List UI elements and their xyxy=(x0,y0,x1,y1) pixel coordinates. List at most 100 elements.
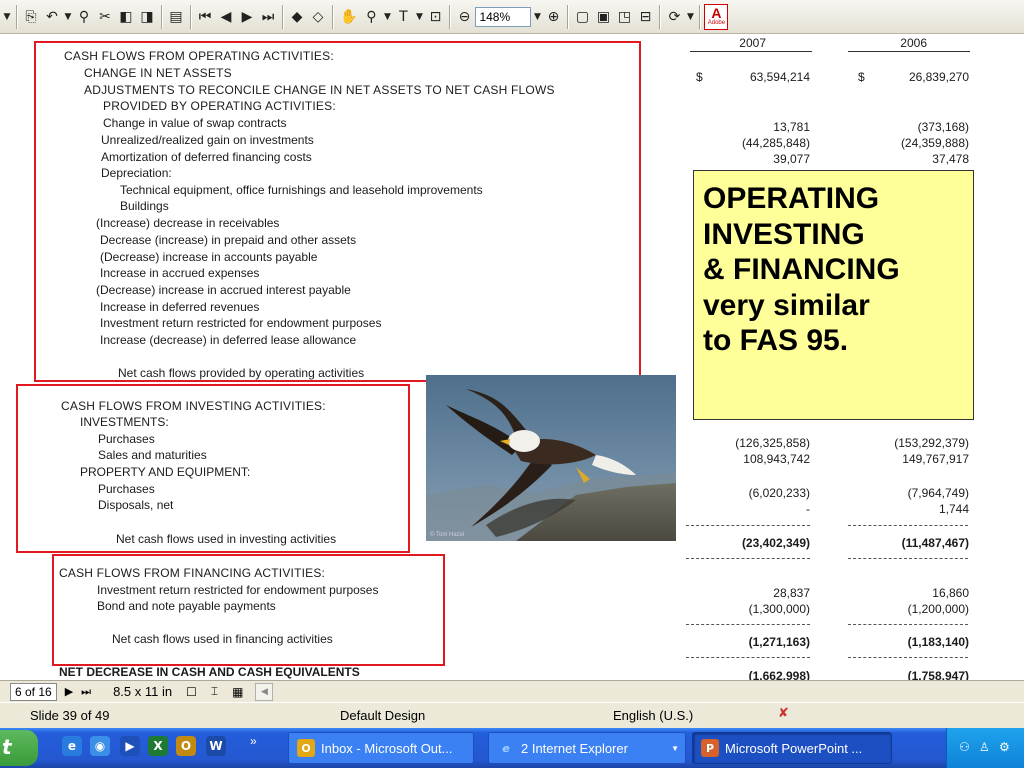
toolbar-separator xyxy=(190,4,191,29)
rotate-dropdown-icon[interactable]: ▼ xyxy=(685,4,695,30)
total-rule xyxy=(848,657,968,658)
zoom-level-dropdown-icon[interactable]: ▼ xyxy=(532,4,542,30)
value-cell: 39,077 xyxy=(773,152,810,166)
value-cell: 16,860 xyxy=(932,586,969,600)
value-cell-total: (1,271,163) xyxy=(748,635,810,649)
extract-page-icon[interactable]: ◨ xyxy=(137,4,157,30)
taskbar-button-outlook[interactable]: O Inbox - Microsoft Out... xyxy=(288,732,474,764)
undo-icon[interactable]: ↶ xyxy=(42,4,62,30)
hand-tool-icon[interactable]: ✋ xyxy=(337,4,360,30)
value-cell: (6,020,233) xyxy=(748,486,810,500)
toolbar-separator xyxy=(282,4,283,29)
zoom-level-input[interactable]: 148% xyxy=(475,6,532,27)
forward-view-icon[interactable]: ◇ xyxy=(308,4,328,30)
callout-line: very similar xyxy=(703,288,870,322)
continuous-icon[interactable]: ⌶ xyxy=(211,684,218,699)
operating-highlight-box xyxy=(34,41,641,382)
copy-icon[interactable]: ⎘ xyxy=(21,4,41,30)
taskbar-button-internet-explorer[interactable]: e 2 Internet Explorer ▼ xyxy=(488,732,686,764)
last-page-button-icon[interactable]: ⏭ xyxy=(81,685,91,699)
value-cell: 108,943,742 xyxy=(743,452,810,466)
prev-page-icon[interactable]: ◀ xyxy=(216,4,236,30)
user-tray-icon[interactable]: ♙ xyxy=(979,740,995,756)
value-cell-total: (1,758,947) xyxy=(907,669,969,680)
callout-line: OPERATING xyxy=(703,182,880,215)
value-cell: 28,837 xyxy=(773,586,810,600)
facing-pages-icon[interactable]: ▦ xyxy=(232,685,243,699)
reflow-icon[interactable]: ⊟ xyxy=(635,4,655,30)
next-page-icon[interactable]: ▶ xyxy=(237,4,257,30)
total-rule xyxy=(686,657,810,658)
page-number-field[interactable]: 6 of 16 xyxy=(10,682,57,701)
value-cell: (44,285,848) xyxy=(741,136,810,150)
actual-size-icon[interactable]: ▢ xyxy=(572,4,592,30)
taskbar-button-label: 2 Internet Explorer xyxy=(521,740,628,756)
snapshot-icon[interactable]: ⊡ xyxy=(425,4,445,30)
system-tray: ⚇ ♙ ⚙ xyxy=(946,728,1024,768)
value-cell: 149,767,917 xyxy=(902,452,969,466)
zoom-out-icon[interactable]: ⊖ xyxy=(454,4,474,30)
toolbar-separator xyxy=(161,4,162,29)
text-select-icon[interactable]: T xyxy=(393,4,413,30)
header-rule xyxy=(690,51,812,52)
dollar-sign: $ xyxy=(696,70,703,84)
attach-icon[interactable]: ✂ xyxy=(95,4,115,30)
quicklaunch-more-icon[interactable]: » xyxy=(250,734,257,748)
adobe-label: Adobe xyxy=(707,20,726,26)
media-quicklaunch-icon[interactable]: ▶ xyxy=(120,736,140,756)
text-select-dropdown-icon[interactable]: ▼ xyxy=(414,4,424,30)
value-cell: - xyxy=(806,502,810,516)
taskbar-button-powerpoint[interactable]: P Microsoft PowerPoint ... xyxy=(692,732,892,764)
value-cell: (153,292,379) xyxy=(894,436,969,450)
insert-page-icon[interactable]: ◧ xyxy=(116,4,136,30)
pages-panel-icon[interactable]: ▤ xyxy=(166,4,186,30)
subtotal-rule xyxy=(848,624,968,625)
group-dropdown-icon[interactable]: ▼ xyxy=(671,744,679,753)
investing-highlight-box xyxy=(16,384,410,553)
last-page-icon[interactable]: ⏭ xyxy=(258,4,278,30)
ie-quicklaunch-icon[interactable]: e xyxy=(62,736,82,756)
acrobat-toolbar: ▼ ⎘ ↶ ▼ ⚲ ✂ ◧ ◨ ▤ ⏮ ◀ ▶ ⏭ ◆ ◇ ✋ ⚲ ▼ T ▼ … xyxy=(0,0,1024,34)
network-tray-icon[interactable]: ⚇ xyxy=(959,740,975,756)
settings-tray-icon[interactable]: ⚙ xyxy=(999,740,1015,756)
zoom-tool-icon[interactable]: ⚲ xyxy=(361,4,381,30)
powerpoint-icon: P xyxy=(701,739,719,757)
document-view[interactable]: 2007 2006 CASH FLOWS FROM OPERATING ACTI… xyxy=(0,34,1024,680)
toolbar-separator xyxy=(16,4,17,29)
header-rule xyxy=(848,51,970,52)
back-view-icon[interactable]: ◆ xyxy=(287,4,307,30)
single-page-icon[interactable]: ☐ xyxy=(186,685,197,699)
value-cell: (1,200,000) xyxy=(907,602,969,616)
next-page-button-icon[interactable]: ▶ xyxy=(65,685,73,698)
start-button[interactable]: t xyxy=(0,730,38,766)
outlook-icon: O xyxy=(297,739,315,757)
fit-page-icon[interactable]: ▣ xyxy=(593,4,613,30)
outlook-quicklaunch-icon[interactable]: O xyxy=(176,736,196,756)
first-page-icon[interactable]: ⏮ xyxy=(195,4,215,30)
rotate-icon[interactable]: ⟳ xyxy=(664,4,684,30)
slide-counter: Slide 39 of 49 xyxy=(30,708,110,723)
value-cell: 37,478 xyxy=(932,152,969,166)
find-icon[interactable]: ⚲ xyxy=(74,4,94,30)
browser-quicklaunch-icon[interactable]: ◉ xyxy=(90,736,110,756)
value-cell: (7,964,749) xyxy=(907,486,969,500)
dropdown-arrow-icon[interactable]: ▼ xyxy=(2,4,12,30)
value-cell: 1,744 xyxy=(938,502,969,516)
financing-highlight-box xyxy=(52,554,445,666)
adobe-logo-icon[interactable]: A Adobe xyxy=(704,3,729,30)
value-cell: 13,781 xyxy=(773,120,810,134)
fit-width-icon[interactable]: ◳ xyxy=(614,4,634,30)
spellcheck-icon[interactable]: ✘ xyxy=(778,706,789,721)
word-quicklaunch-icon[interactable]: W xyxy=(206,736,226,756)
net-decrease-label: NET DECREASE IN CASH AND CASH EQUIVALENT… xyxy=(59,665,360,679)
subtotal-rule xyxy=(686,525,810,526)
zoom-tool-dropdown-icon[interactable]: ▼ xyxy=(382,4,392,30)
horizontal-scroll-left-icon[interactable]: ◀ xyxy=(255,682,274,701)
excel-quicklaunch-icon[interactable]: X xyxy=(148,736,168,756)
value-cell-total: (1,183,140) xyxy=(907,635,969,649)
subtotal-rule xyxy=(848,525,968,526)
value-cell: 63,594,214 xyxy=(749,70,810,84)
toolbar-separator xyxy=(699,4,701,29)
zoom-in-icon[interactable]: ⊕ xyxy=(543,4,563,30)
undo-dropdown-icon[interactable]: ▼ xyxy=(63,4,73,30)
